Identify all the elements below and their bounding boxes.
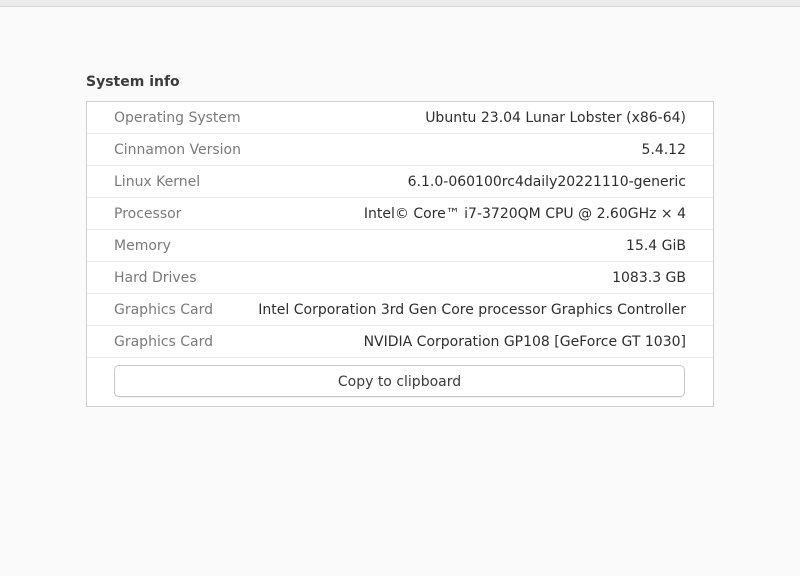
info-value: Intel© Core™ i7-3720QM CPU @ 2.60GHz × 4 — [363, 206, 686, 222]
info-value: 1083.3 GB — [612, 270, 686, 286]
info-value: 5.4.12 — [641, 142, 686, 158]
info-value: 15.4 GiB — [626, 238, 686, 254]
info-label: Graphics Card — [114, 302, 214, 318]
info-label: Graphics Card — [114, 334, 214, 350]
info-row-cinnamon-version: Cinnamon Version 5.4.12 — [87, 134, 713, 166]
info-value: Intel Corporation 3rd Gen Core processor… — [258, 302, 686, 318]
copy-to-clipboard-button[interactable]: Copy to clipboard — [114, 365, 685, 397]
info-label: Cinnamon Version — [114, 142, 241, 158]
info-row-processor: Processor Intel© Core™ i7-3720QM CPU @ 2… — [87, 198, 713, 230]
info-label: Operating System — [114, 110, 241, 126]
info-row-graphics-card-1: Graphics Card Intel Corporation 3rd Gen … — [87, 294, 713, 326]
info-row-hard-drives: Hard Drives 1083.3 GB — [87, 262, 713, 294]
button-area: Copy to clipboard — [87, 358, 713, 406]
section-title: System info — [86, 74, 180, 90]
info-row-graphics-card-2: Graphics Card NVIDIA Corporation GP108 [… — [87, 326, 713, 358]
info-value: Ubuntu 23.04 Lunar Lobster (x86-64) — [425, 110, 686, 126]
info-row-linux-kernel: Linux Kernel 6.1.0-060100rc4daily2022111… — [87, 166, 713, 198]
info-label: Hard Drives — [114, 270, 197, 286]
info-value: 6.1.0-060100rc4daily20221110-generic — [407, 174, 686, 190]
info-row-operating-system: Operating System Ubuntu 23.04 Lunar Lobs… — [87, 102, 713, 134]
info-value: NVIDIA Corporation GP108 [GeForce GT 103… — [363, 334, 686, 350]
window-top-edge — [0, 0, 800, 7]
info-label: Processor — [114, 206, 182, 222]
info-label: Linux Kernel — [114, 174, 201, 190]
info-label: Memory — [114, 238, 171, 254]
system-info-panel: Operating System Ubuntu 23.04 Lunar Lobs… — [86, 101, 714, 407]
info-row-memory: Memory 15.4 GiB — [87, 230, 713, 262]
